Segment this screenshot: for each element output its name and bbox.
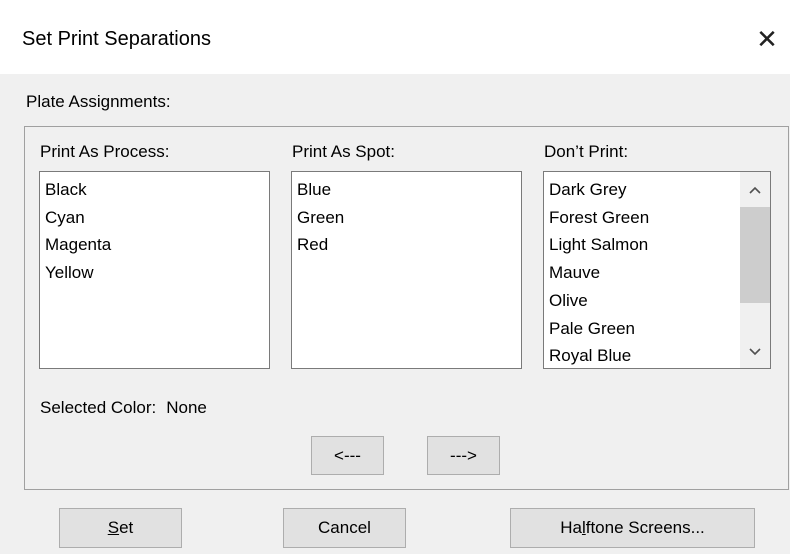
list-item[interactable]: Red — [297, 231, 521, 259]
list-item[interactable]: Olive — [549, 287, 770, 315]
print-as-process-list[interactable]: Black Cyan Magenta Yellow — [39, 171, 270, 369]
halftone-label-post: ftone Screens... — [585, 518, 705, 537]
list-item[interactable]: Black — [45, 176, 269, 204]
set-print-separations-dialog: Set Print Separations ✕ Plate Assignment… — [0, 0, 790, 554]
dialog-title: Set Print Separations — [22, 28, 211, 50]
list-item[interactable]: Royal Blue — [549, 342, 770, 368]
chevron-down-icon[interactable] — [740, 336, 770, 366]
list-item[interactable]: Light Salmon — [549, 231, 770, 259]
selected-color-readout: Selected Color: None — [40, 398, 207, 418]
cancel-button[interactable]: Cancel — [283, 508, 406, 548]
halftone-screens-button[interactable]: Halftone Screens... — [510, 508, 755, 548]
close-icon[interactable]: ✕ — [752, 24, 782, 54]
list-item[interactable]: Mauve — [549, 259, 770, 287]
chevron-up-icon[interactable] — [740, 174, 770, 204]
list-item[interactable]: Green — [297, 204, 521, 232]
dont-print-scrollbar[interactable] — [740, 172, 770, 368]
list-item[interactable]: Magenta — [45, 231, 269, 259]
dont-print-list[interactable]: Dark Grey Forest Green Light Salmon Mauv… — [543, 171, 771, 369]
move-left-button[interactable]: <--- — [311, 436, 384, 475]
set-button-label: et — [119, 518, 134, 537]
move-right-button[interactable]: ---> — [427, 436, 500, 475]
print-as-spot-label: Print As Spot: — [292, 142, 395, 161]
list-item[interactable]: Dark Grey — [549, 176, 770, 204]
list-item[interactable]: Yellow — [45, 259, 269, 287]
dont-print-label: Don’t Print: — [544, 142, 629, 161]
print-as-spot-list[interactable]: Blue Green Red — [291, 171, 522, 369]
print-as-process-label: Print As Process: — [40, 142, 170, 161]
halftone-label-pre: Ha — [560, 518, 582, 537]
list-item[interactable]: Pale Green — [549, 315, 770, 343]
set-button-accelerator: S — [107, 518, 120, 537]
scroll-thumb[interactable] — [740, 207, 770, 303]
list-item[interactable]: Forest Green — [549, 204, 770, 232]
list-item[interactable]: Blue — [297, 176, 521, 204]
list-item[interactable]: Cyan — [45, 204, 269, 232]
selected-color-value: None — [166, 398, 207, 417]
plate-assignments-label: Plate Assignments: — [26, 92, 171, 111]
title-bar: Set Print Separations ✕ — [0, 0, 790, 74]
selected-color-label: Selected Color: — [40, 398, 157, 417]
set-button[interactable]: Set — [59, 508, 182, 548]
